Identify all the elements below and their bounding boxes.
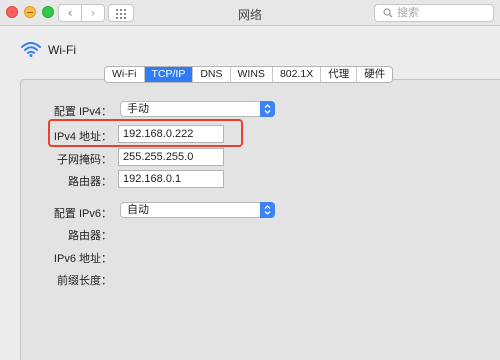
configure-ipv4-label: 配置 IPv4： bbox=[53, 106, 112, 118]
router-label: 路由器： bbox=[68, 176, 112, 188]
configure-ipv6-value: 自动 bbox=[127, 204, 149, 216]
tab-proxy[interactable]: 代理 bbox=[321, 67, 358, 82]
configure-ipv4-value: 手动 bbox=[127, 103, 149, 115]
search-input[interactable]: 搜索 bbox=[374, 4, 494, 22]
tab-hardware[interactable]: 硬件 bbox=[357, 67, 392, 82]
subnet-mask-label: 子网掩码： bbox=[57, 154, 112, 166]
configure-ipv6-label: 配置 IPv6： bbox=[53, 208, 112, 220]
tab-tcpip[interactable]: TCP/IP bbox=[144, 67, 194, 82]
search-icon bbox=[383, 8, 393, 18]
updown-arrow-icon bbox=[260, 101, 275, 117]
ipv6-router-label: 路由器： bbox=[68, 230, 112, 242]
prefix-length-label: 前缀长度： bbox=[57, 275, 112, 287]
wifi-icon bbox=[21, 42, 41, 57]
highlight-box bbox=[48, 119, 243, 147]
subnet-mask-field[interactable]: 255.255.255.0 bbox=[118, 148, 224, 166]
tab-dns[interactable]: DNS bbox=[193, 67, 231, 82]
configure-ipv4-select[interactable]: 手动 bbox=[120, 101, 275, 117]
router-field[interactable]: 192.168.0.1 bbox=[118, 170, 224, 188]
updown-arrow-icon bbox=[260, 202, 275, 218]
title-bar: ‹ › 网络 搜索 bbox=[0, 0, 500, 26]
tab-wifi[interactable]: Wi-Fi bbox=[105, 67, 145, 82]
tab-wins[interactable]: WINS bbox=[231, 67, 273, 82]
tab-8021x[interactable]: 802.1X bbox=[273, 67, 322, 82]
search-placeholder: 搜索 bbox=[397, 7, 419, 19]
ipv6-address-label: IPv6 地址： bbox=[53, 253, 112, 265]
configure-ipv6-select[interactable]: 自动 bbox=[120, 202, 275, 218]
tab-bar: Wi-Fi TCP/IP DNS WINS 802.1X 代理 硬件 bbox=[104, 66, 394, 83]
interface-name: Wi-Fi bbox=[48, 43, 76, 57]
